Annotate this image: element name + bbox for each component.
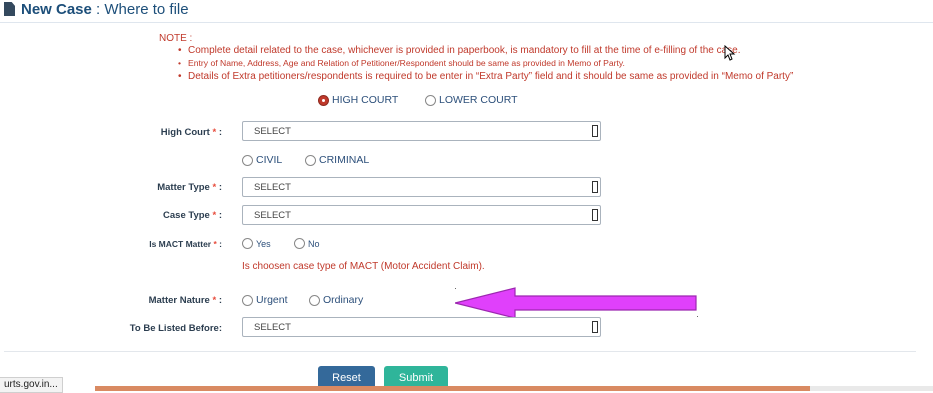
note-list: Complete detail related to the case, whi… xyxy=(178,44,793,83)
mouse-cursor-icon xyxy=(724,45,736,61)
radio-mact-yes[interactable]: Yes xyxy=(242,238,271,249)
high-court-label: High Court * : xyxy=(160,127,222,138)
note-item: Details of Extra petitioners/respondents… xyxy=(178,70,793,83)
case-type-label: Case Type * : xyxy=(163,210,222,221)
radio-mact-no[interactable]: No xyxy=(294,238,320,249)
radio-unchecked-icon xyxy=(242,154,253,166)
page-title: New Case : Where to file xyxy=(21,1,189,18)
dropdown-arrow-icon xyxy=(592,181,598,193)
radio-unchecked-icon xyxy=(242,238,253,249)
radio-high-court[interactable]: HIGH COURT xyxy=(318,94,398,106)
high-court-select[interactable]: SELECT xyxy=(242,121,601,141)
mact-info-text: Is choosen case type of MACT (Motor Acci… xyxy=(242,261,485,272)
radio-unchecked-icon xyxy=(294,238,305,249)
mact-label: Is MACT Matter * : xyxy=(149,239,222,249)
radio-urgent[interactable]: Urgent xyxy=(242,294,288,306)
bottom-bar-track xyxy=(810,386,933,391)
dropdown-arrow-icon xyxy=(592,209,598,221)
note-item: Entry of Name, Address, Age and Relation… xyxy=(178,57,793,70)
case-type-select[interactable]: SELECT xyxy=(242,205,601,225)
radio-ordinary[interactable]: Ordinary xyxy=(309,294,363,306)
document-icon xyxy=(4,2,15,16)
form-divider xyxy=(4,351,916,352)
matter-type-select[interactable]: SELECT xyxy=(242,177,601,197)
listed-before-label: To Be Listed Before: xyxy=(129,323,222,334)
note-label: NOTE : xyxy=(159,33,193,44)
page-header: New Case : Where to file xyxy=(0,0,933,23)
annotation-arrow-icon xyxy=(455,287,697,319)
dropdown-arrow-icon xyxy=(592,125,598,137)
radio-unchecked-icon xyxy=(305,154,316,166)
radio-checked-icon xyxy=(318,94,329,106)
bottom-progress-bar xyxy=(95,386,810,391)
matter-type-label: Matter Type * : xyxy=(157,182,222,193)
radio-unchecked-icon xyxy=(425,94,436,106)
listed-before-select[interactable]: SELECT xyxy=(242,317,601,337)
radio-civil[interactable]: CIVIL xyxy=(242,154,282,166)
note-item: Complete detail related to the case, whi… xyxy=(178,44,793,57)
radio-criminal[interactable]: CRIMINAL xyxy=(305,154,369,166)
radio-lower-court[interactable]: LOWER COURT xyxy=(425,94,518,106)
radio-unchecked-icon xyxy=(242,294,253,306)
radio-unchecked-icon xyxy=(309,294,320,306)
dropdown-arrow-icon xyxy=(592,321,598,333)
stray-dot xyxy=(697,316,698,317)
stray-dot xyxy=(455,288,456,289)
matter-nature-label: Matter Nature * : xyxy=(148,295,222,306)
